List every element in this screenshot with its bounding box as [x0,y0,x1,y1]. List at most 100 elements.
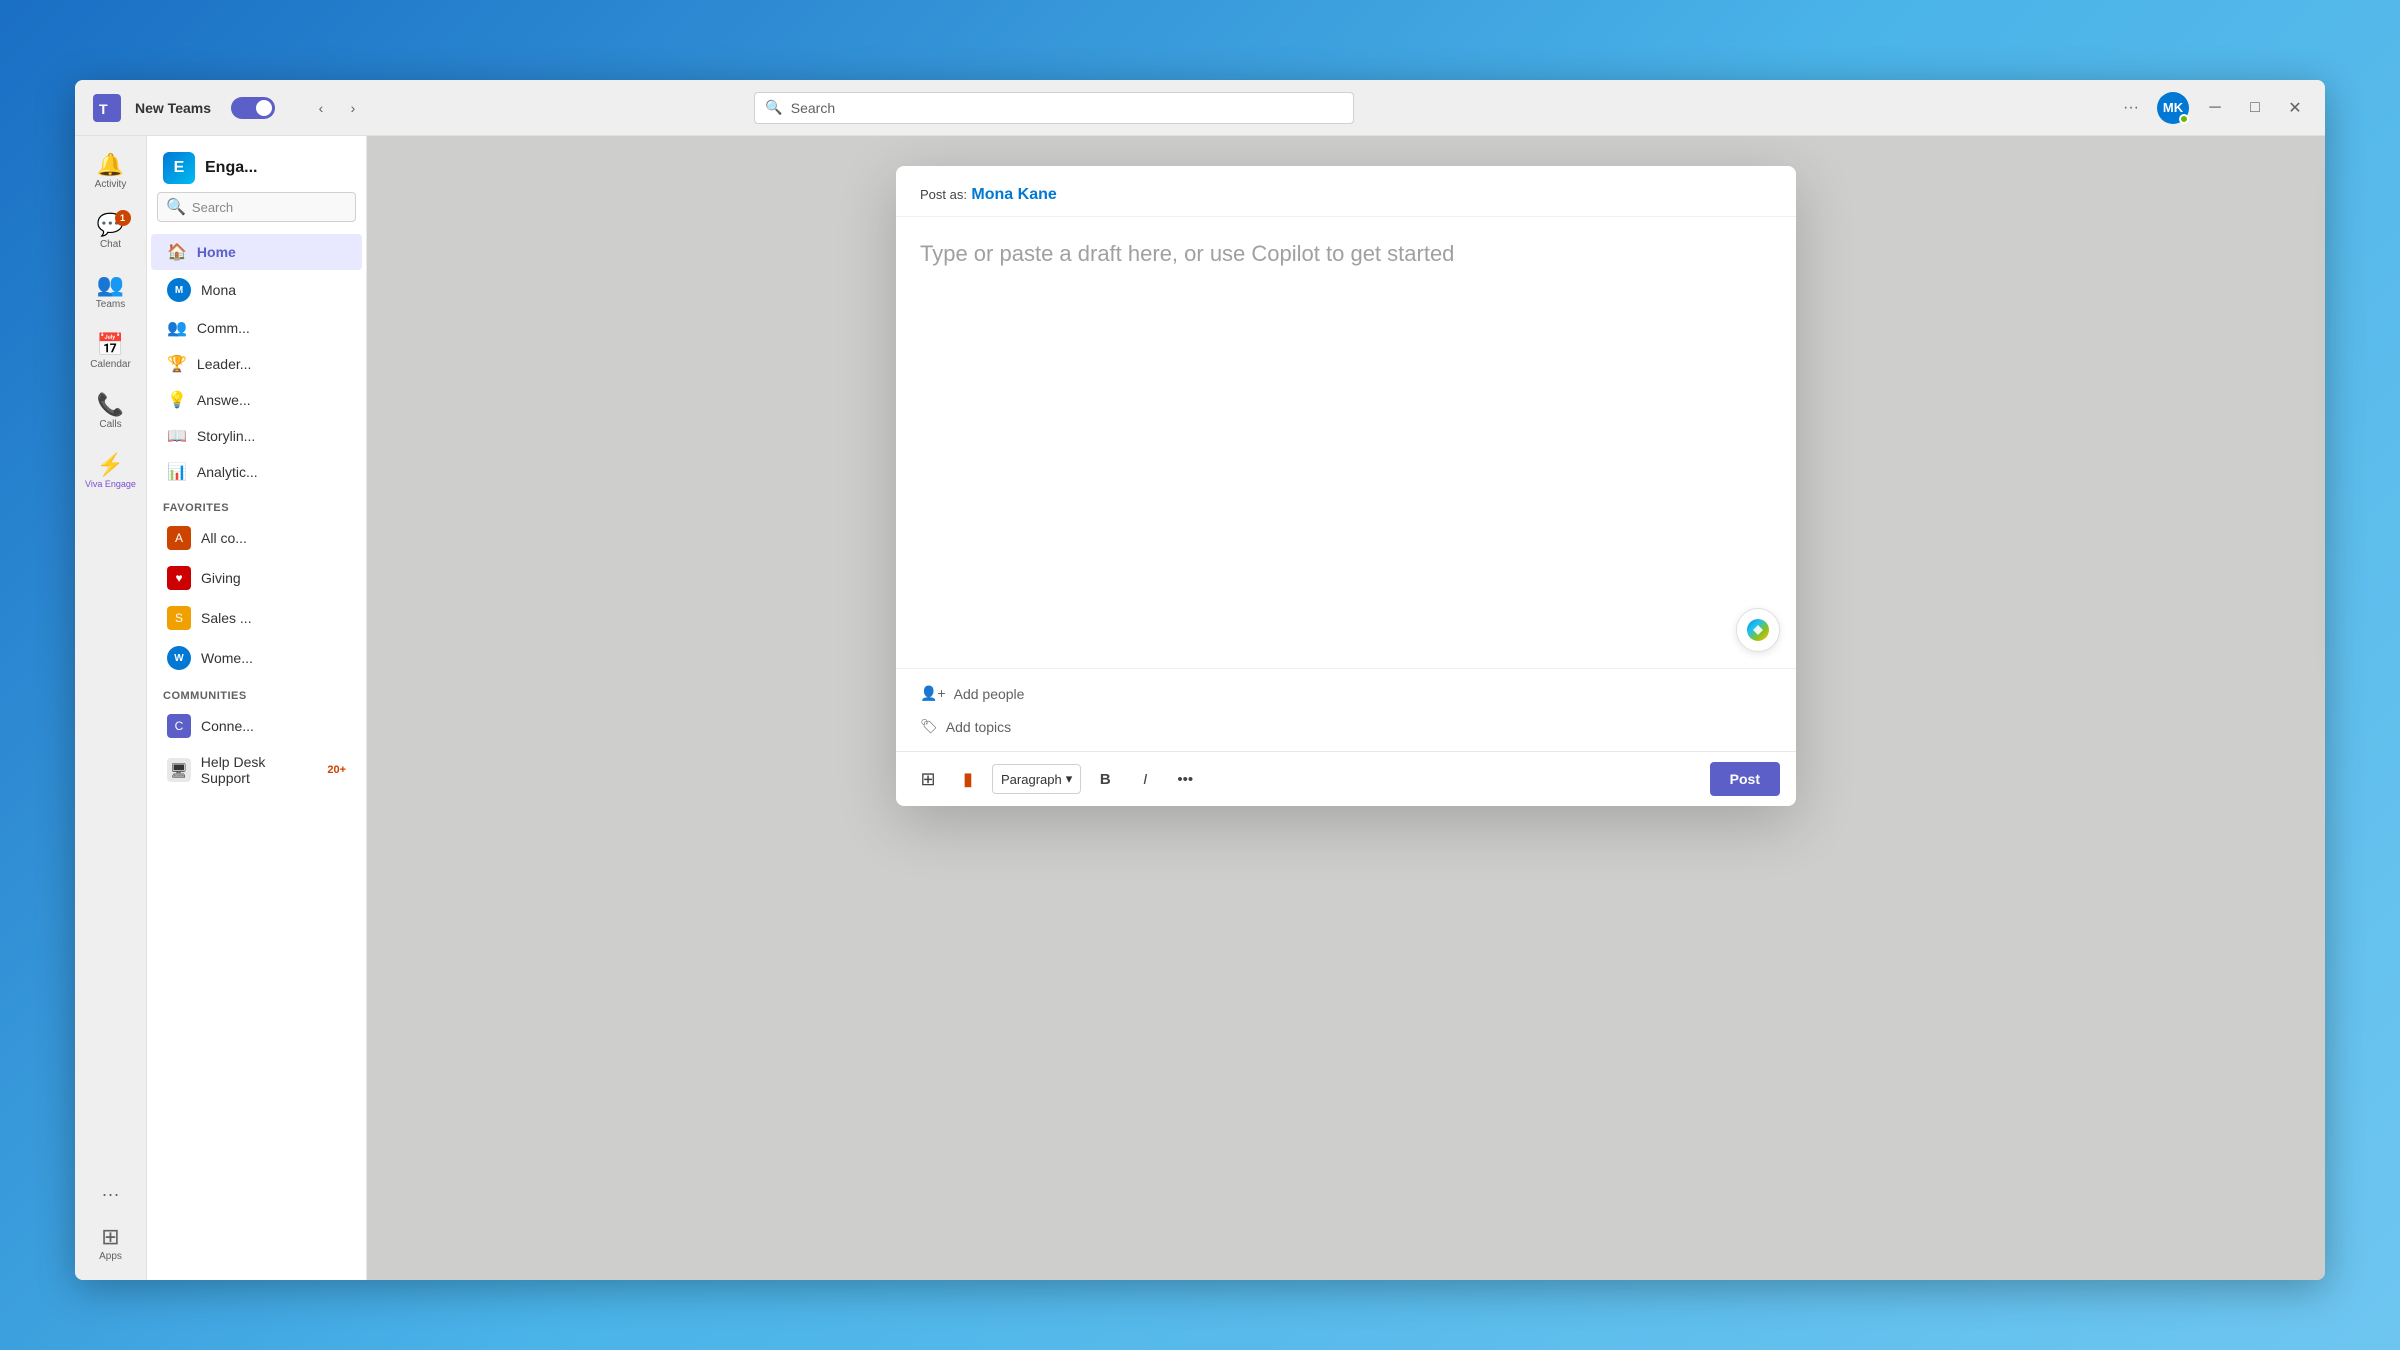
new-teams-toggle[interactable] [231,97,275,119]
chat-badge: 1 [115,210,131,226]
secondary-nav-analytics[interactable]: 📊 Analytic... [151,454,362,490]
sales-label: Sales ... [201,610,252,626]
format-type-button[interactable]: ⊞ [912,763,944,795]
sidebar-more-button[interactable]: ··· [83,1176,139,1212]
secondary-nav-label-mona: Mona [201,282,236,298]
secondary-nav-label-analytics: Analytic... [197,464,258,480]
main-content: Post as: Mona Kane Type or paste a draft… [367,136,2325,1280]
secondary-search-icon: 🔍 [166,197,186,217]
giving-icon: ♥ [167,566,191,590]
favorites-header: Favorites [147,490,366,518]
secondary-sidebar: E Enga... 🔍 Search 🏠 Home M Mona 👥 Comm.… [147,136,367,1280]
teams-logo: T [91,92,123,124]
app-name: New Teams [135,100,211,116]
search-icon: 🔍 [765,99,782,116]
post-button[interactable]: Post [1710,762,1780,796]
add-people-row[interactable]: 👤+ Add people [920,681,1772,706]
storylines-icon: 📖 [167,426,187,446]
secondary-nav-connect[interactable]: C Conne... [151,706,362,746]
add-topics-icon: 🏷 [920,718,938,735]
paragraph-select[interactable]: Paragraph ▾ [992,764,1081,794]
add-topics-label: Add topics [946,719,1011,735]
format-highlight-button[interactable]: ▮ [952,763,984,795]
add-topics-row[interactable]: 🏷 Add topics [920,714,1772,739]
sidebar-item-chat[interactable]: 💬 Chat 1 [83,204,139,260]
minimize-button[interactable]: ─ [2201,94,2229,122]
sidebar-item-activity[interactable]: 🔔 Activity [83,144,139,200]
secondary-nav-giving[interactable]: ♥ Giving [151,558,362,598]
secondary-nav-mona[interactable]: M Mona [151,270,362,310]
secondary-nav-leaderboard[interactable]: 🏆 Leader... [151,346,362,382]
teams-icon: 👥 [97,274,124,296]
secondary-nav-label-storylines: Storylin... [197,428,255,444]
secondary-nav-label-leaderboard: Leader... [197,356,252,372]
secondary-nav-sales[interactable]: S Sales ... [151,598,362,638]
secondary-nav-storylines[interactable]: 📖 Storylin... [151,418,362,454]
sidebar-item-calendar[interactable]: 📅 Calendar [83,324,139,380]
secondary-nav-answers[interactable]: 💡 Answe... [151,382,362,418]
secondary-search[interactable]: 🔍 Search [157,192,356,222]
women-label: Wome... [201,650,253,666]
secondary-nav-help-desk[interactable]: 🖥 Help Desk Support 20+ [151,746,362,794]
bold-button[interactable]: B [1089,763,1121,795]
women-avatar: W [167,646,191,670]
secondary-nav-communities[interactable]: 👥 Comm... [151,310,362,346]
sidebar-label-activity: Activity [95,179,127,191]
avatar[interactable]: MK [2157,92,2189,124]
compose-editor[interactable]: Type or paste a draft here, or use Copil… [896,217,1796,668]
maximize-button[interactable]: □ [2241,94,2269,122]
secondary-nav-all-company[interactable]: A All co... [151,518,362,558]
sidebar-item-apps[interactable]: ⊞ Apps [83,1216,139,1272]
forward-button[interactable]: › [339,94,367,122]
answers-icon: 💡 [167,390,187,410]
sidebar-label-chat: Chat [100,239,121,251]
secondary-nav-label-communities: Comm... [197,320,250,336]
help-desk-icon: 🖥 [167,758,191,782]
sidebar-item-viva-engage[interactable]: ⚡ Viva Engage [83,444,139,500]
sidebar-item-calls[interactable]: 📞 Calls [83,384,139,440]
teams-window: T New Teams ‹ › 🔍 Search ··· MK ─ □ ✕ [75,80,2325,1280]
all-company-icon: A [167,526,191,550]
paragraph-label: Paragraph [1001,772,1062,787]
back-button[interactable]: ‹ [307,94,335,122]
more-options-button[interactable]: ··· [2117,94,2145,122]
post-as-name[interactable]: Mona Kane [971,186,1056,203]
compose-toolbar: ⊞ ▮ Paragraph ▾ B I ••• Post [896,751,1796,806]
activity-icon: 🔔 [97,154,124,176]
sidebar-item-teams[interactable]: 👥 Teams [83,264,139,320]
modal-overlay: Post as: Mona Kane Type or paste a draft… [367,136,2325,1280]
copilot-floating-button[interactable] [1736,608,1780,652]
help-desk-badge: 20+ [327,764,346,776]
communities-icon: 👥 [167,318,187,338]
paragraph-chevron: ▾ [1066,771,1073,787]
main-area: 🔔 Activity 💬 Chat 1 👥 Teams 📅 Calendar 📞… [75,136,2325,1280]
more-formatting-button[interactable]: ••• [1169,763,1201,795]
leaderboard-icon: 🏆 [167,354,187,374]
title-bar-right: ··· MK ─ □ ✕ [2117,92,2309,124]
secondary-header: E Enga... [147,136,366,192]
connect-icon: C [167,714,191,738]
secondary-nav-home[interactable]: 🏠 Home [151,234,362,270]
calendar-icon: 📅 [97,334,124,356]
svg-text:T: T [99,101,108,117]
compose-extras: 👤+ Add people 🏷 Add topics [896,668,1796,751]
sidebar: 🔔 Activity 💬 Chat 1 👥 Teams 📅 Calendar 📞… [75,136,147,1280]
sidebar-label-calls: Calls [99,419,121,431]
add-people-icon: 👤+ [920,685,946,702]
italic-button[interactable]: I [1129,763,1161,795]
sidebar-label-viva-engage: Viva Engage [85,479,136,490]
secondary-nav-label-home: Home [197,244,236,260]
sales-icon: S [167,606,191,630]
viva-engage-icon: ⚡ [97,454,124,476]
giving-label: Giving [201,570,241,586]
secondary-nav-women[interactable]: W Wome... [151,638,362,678]
close-button[interactable]: ✕ [2281,94,2309,122]
search-bar[interactable]: 🔍 Search [754,92,1354,124]
compose-modal: Post as: Mona Kane Type or paste a draft… [896,166,1796,806]
home-icon: 🏠 [167,242,187,262]
secondary-search-text: Search [192,200,233,215]
all-company-label: All co... [201,530,247,546]
sidebar-label-calendar: Calendar [90,359,131,371]
analytics-icon: 📊 [167,462,187,482]
add-people-label: Add people [954,686,1025,702]
